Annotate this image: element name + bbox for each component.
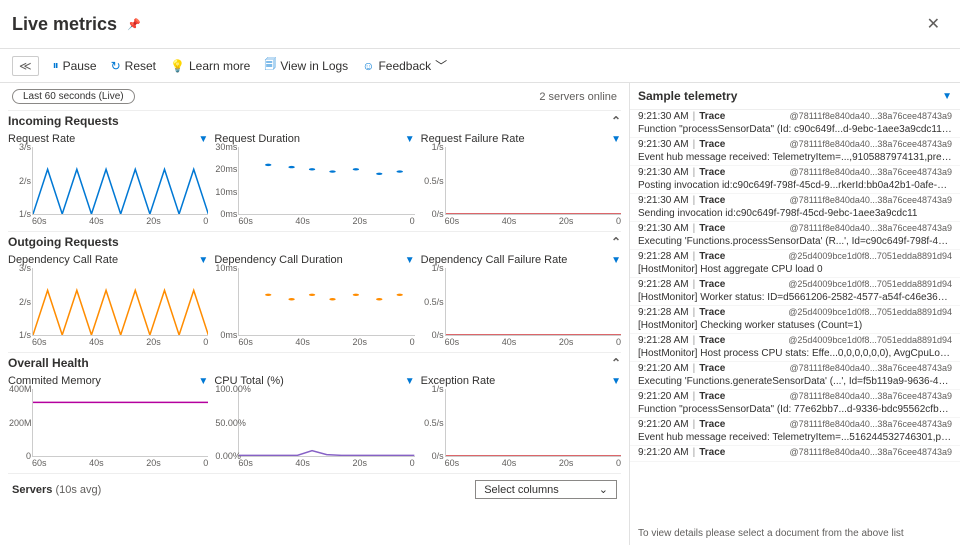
- view-in-logs-button[interactable]: 🗐View in Logs: [264, 55, 348, 76]
- telemetry-row[interactable]: 9:21:20 AM|Trace@78111f8e840da40...38a76…: [630, 390, 960, 418]
- telemetry-row[interactable]: 9:21:30 AM|Trace@78111f8e840da40...38a76…: [630, 138, 960, 166]
- filter-icon[interactable]: ▼: [942, 91, 952, 102]
- section-incoming: Incoming Requests⌃: [8, 110, 621, 131]
- logs-icon: 🗐: [264, 55, 276, 76]
- pause-button[interactable]: ⏸Pause: [53, 58, 97, 73]
- telemetry-row[interactable]: 9:21:28 AM|Trace@25d4009bce1d0f8...7051e…: [630, 334, 960, 362]
- filter-icon[interactable]: ▼: [198, 376, 208, 387]
- collapse-icon[interactable]: ⌃: [611, 356, 621, 370]
- pause-icon: ⏸: [53, 58, 59, 73]
- telemetry-row[interactable]: 9:21:30 AM|Trace@78111f8e840da40...38a76…: [630, 194, 960, 222]
- filter-icon[interactable]: ▼: [405, 134, 415, 145]
- telemetry-title: Sample telemetry: [638, 89, 737, 103]
- back-button[interactable]: ≪: [12, 56, 39, 76]
- chart-cpu: CPU Total (%)▼100.00%50.00%0.00%60s40s20…: [214, 373, 414, 473]
- chevron-down-icon: ﹀: [435, 57, 447, 74]
- select-columns-dropdown[interactable]: Select columns⌄: [475, 480, 617, 499]
- telemetry-row[interactable]: 9:21:30 AM|Trace@78111f8e840da40...38a76…: [630, 222, 960, 250]
- telemetry-row[interactable]: 9:21:28 AM|Trace@25d4009bce1d0f8...7051e…: [630, 250, 960, 278]
- time-range-pill[interactable]: Last 60 seconds (Live): [12, 89, 135, 104]
- collapse-icon[interactable]: ⌃: [611, 114, 621, 128]
- filter-icon[interactable]: ▼: [611, 376, 621, 387]
- charts-panel: Last 60 seconds (Live) 2 servers online …: [0, 83, 630, 545]
- chart-dep_dur: Dependency Call Duration▼10ms0ms60s40s20…: [214, 252, 414, 352]
- telemetry-row[interactable]: 9:21:20 AM|Trace@78111f8e840da40...38a76…: [630, 418, 960, 446]
- page-title: Live metrics: [12, 14, 117, 35]
- pin-icon[interactable]: 📌: [127, 18, 141, 31]
- telemetry-panel: Sample telemetry ▼ 9:21:30 AM|Trace@78111…: [630, 83, 960, 545]
- servers-label: Servers: [12, 484, 52, 496]
- telemetry-hint: To view details please select a document…: [630, 522, 960, 545]
- reset-icon: ↻: [111, 59, 121, 73]
- chart-mem: Commited Memory▼400M200M060s40s20s0: [8, 373, 208, 473]
- chart-req_fail: Request Failure Rate▼1/s0.5/s0/s60s40s20…: [421, 131, 621, 231]
- feedback-button[interactable]: ☺Feedback﹀: [362, 57, 447, 74]
- close-icon[interactable]: ✕: [919, 10, 948, 38]
- chart-exc: Exception Rate▼1/s0.5/s0/s60s40s20s0: [421, 373, 621, 473]
- page-header: Live metrics 📌 ✕: [0, 0, 960, 49]
- filter-icon[interactable]: ▼: [611, 134, 621, 145]
- chart-req_rate: Request Rate▼3/s2/s1/s60s40s20s0: [8, 131, 208, 231]
- lightbulb-icon: 💡: [170, 59, 185, 73]
- telemetry-row[interactable]: 9:21:30 AM|Trace@78111f8e840da40...38a76…: [630, 110, 960, 138]
- telemetry-row[interactable]: 9:21:20 AM|Trace@78111f8e840da40...38a76…: [630, 446, 960, 462]
- collapse-icon[interactable]: ⌃: [611, 235, 621, 249]
- filter-icon[interactable]: ▼: [405, 376, 415, 387]
- filter-icon[interactable]: ▼: [611, 255, 621, 266]
- chart-dep_rate: Dependency Call Rate▼3/s2/s1/s60s40s20s0: [8, 252, 208, 352]
- chart-dep_fail: Dependency Call Failure Rate▼1/s0.5/s0/s…: [421, 252, 621, 352]
- toolbar: ≪ ⏸Pause ↻Reset 💡Learn more 🗐View in Log…: [0, 49, 960, 83]
- telemetry-row[interactable]: 9:21:28 AM|Trace@25d4009bce1d0f8...7051e…: [630, 306, 960, 334]
- section-health: Overall Health⌃: [8, 352, 621, 373]
- reset-button[interactable]: ↻Reset: [111, 59, 156, 73]
- smile-icon: ☺: [362, 59, 374, 73]
- chevron-down-icon: ⌄: [599, 483, 608, 496]
- section-outgoing: Outgoing Requests⌃: [8, 231, 621, 252]
- telemetry-row[interactable]: 9:21:20 AM|Trace@78111f8e840da40...38a76…: [630, 362, 960, 390]
- servers-online-label: 2 servers online: [539, 91, 617, 103]
- telemetry-row[interactable]: 9:21:30 AM|Trace@78111f8e840da40...38a76…: [630, 166, 960, 194]
- telemetry-row[interactable]: 9:21:28 AM|Trace@25d4009bce1d0f8...7051e…: [630, 278, 960, 306]
- filter-icon[interactable]: ▼: [198, 134, 208, 145]
- chart-req_dur: Request Duration▼30ms20ms10ms0ms60s40s20…: [214, 131, 414, 231]
- learn-more-button[interactable]: 💡Learn more: [170, 59, 250, 73]
- filter-icon[interactable]: ▼: [405, 255, 415, 266]
- filter-icon[interactable]: ▼: [198, 255, 208, 266]
